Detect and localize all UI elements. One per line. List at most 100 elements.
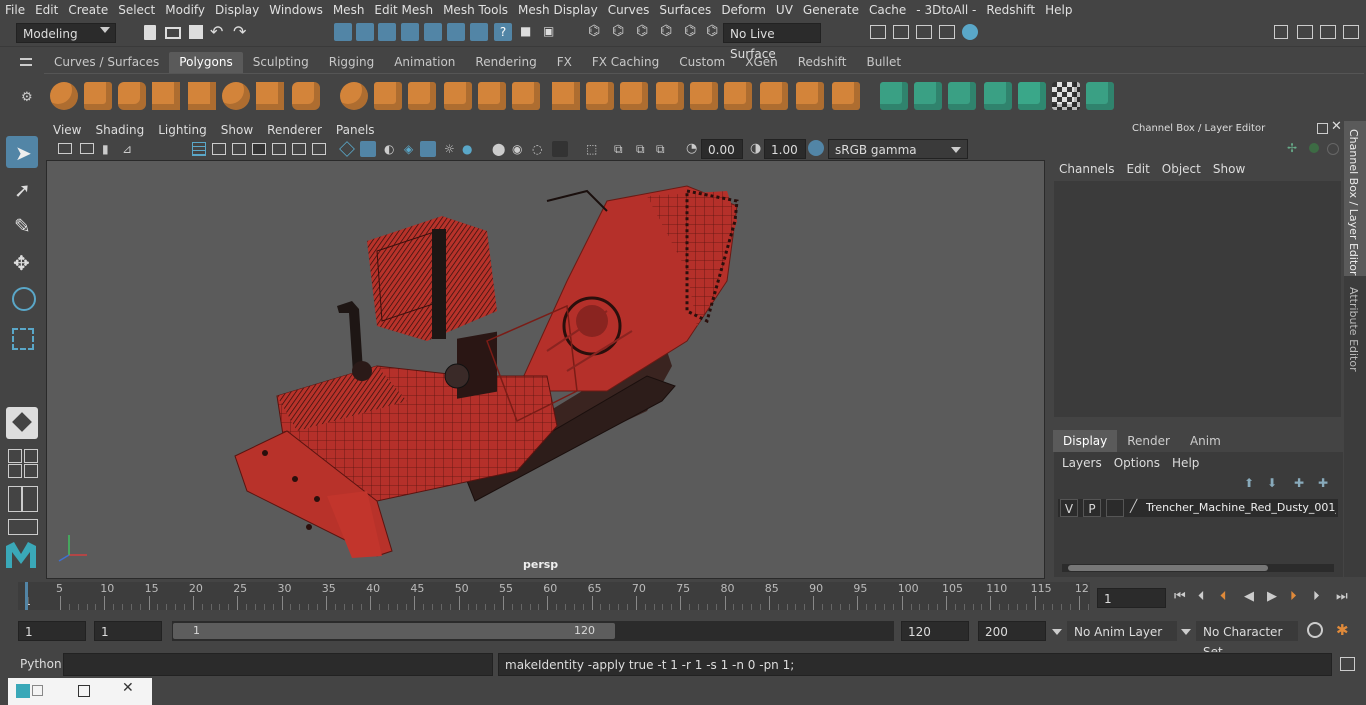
planar-map-icon[interactable] (914, 82, 942, 110)
layout-split-icon[interactable] (8, 464, 22, 478)
symmetry-icon[interactable]: ⌬ (660, 23, 672, 39)
image-plane-icon[interactable]: ⊿ (122, 142, 132, 156)
layout-split-icon[interactable] (24, 464, 38, 478)
open-scene-icon[interactable] (165, 27, 181, 39)
shelf-tab-rendering[interactable]: Rendering (465, 52, 546, 73)
wireframe-icon[interactable] (339, 141, 355, 157)
checker-icon[interactable] (1052, 82, 1080, 110)
channel-box-menu-channels[interactable]: Channels (1053, 162, 1121, 176)
menu-edit[interactable]: Edit (30, 0, 63, 20)
playback-end-field[interactable]: 120 (901, 621, 969, 641)
render-frame-icon[interactable] (893, 25, 909, 39)
extrude-icon[interactable] (586, 82, 614, 110)
safe-title-icon[interactable] (312, 143, 326, 155)
shelf-tab-polygons[interactable]: Polygons (169, 52, 243, 73)
viewport-menu-lighting[interactable]: Lighting (151, 123, 214, 137)
menu-curves[interactable]: Curves (603, 0, 655, 20)
uv-editor-icon[interactable] (880, 82, 908, 110)
menu-modify[interactable]: Modify (160, 0, 210, 20)
xray-icon[interactable] (420, 141, 436, 157)
insert-loop-icon[interactable] (690, 82, 718, 110)
animation-preferences-icon[interactable]: ✱ (1336, 621, 1349, 639)
manipulator-icon[interactable]: ✢ (1287, 141, 1297, 155)
rotate-tool-button[interactable] (6, 284, 38, 316)
render-view-icon[interactable] (870, 25, 886, 39)
shelf-tab-custom[interactable]: Custom (669, 52, 735, 73)
play-forwards-icon[interactable]: ▶ (1267, 587, 1277, 607)
shelf-tab-animation[interactable]: Animation (384, 52, 465, 73)
anti-alias-icon[interactable] (552, 141, 568, 157)
wireframe-on-shaded-icon[interactable]: ◈ (404, 142, 413, 156)
shelf-tab-redshift[interactable]: Redshift (788, 52, 857, 73)
film-gate-icon[interactable] (212, 143, 226, 155)
cone-icon[interactable] (152, 82, 180, 110)
grid-icon[interactable] (192, 142, 206, 156)
layer-tab-render[interactable]: Render (1117, 430, 1180, 452)
float-panel-icon[interactable] (1317, 123, 1328, 134)
go-to-end-icon[interactable]: ⏭ (1336, 587, 1348, 607)
shadows-icon[interactable]: ⬤ (492, 142, 505, 156)
shelf-menu-icon[interactable] (20, 58, 32, 66)
new-layer-selected-icon[interactable]: ✚ (1318, 476, 1328, 490)
color-space-dropdown[interactable]: sRGB gamma (828, 139, 968, 159)
side-tab-attribute-editor[interactable]: Attribute Editor (1344, 281, 1366, 381)
field-chart-icon[interactable] (272, 143, 286, 155)
layer-row[interactable]: V P ╱ Trencher_Machine_Red_Dusty_001_la (1058, 499, 1338, 517)
snap-surface-icon[interactable] (447, 23, 465, 41)
graph-layout-icon[interactable] (8, 519, 38, 535)
mirror-icon[interactable] (408, 82, 436, 110)
undo-icon[interactable]: ↶ (210, 22, 223, 41)
textured-icon[interactable]: ☼ (444, 142, 455, 156)
menu-generate[interactable]: Generate (798, 0, 864, 20)
pipe-icon[interactable] (292, 82, 320, 110)
offset-loop-icon[interactable] (832, 82, 860, 110)
scale-tool-button[interactable] (6, 322, 38, 354)
cylinder-icon[interactable] (118, 82, 146, 110)
menu-deform[interactable]: Deform (716, 0, 771, 20)
menu-set-dropdown[interactable]: Modeling (16, 23, 116, 43)
character-set-dropdown[interactable]: No Character Set (1196, 621, 1298, 659)
gamma-icon[interactable]: ◑ (750, 141, 761, 156)
layer-menu-help[interactable]: Help (1166, 456, 1205, 470)
help-icon[interactable]: ? (494, 23, 512, 41)
layout-four-icon[interactable] (24, 449, 38, 463)
torus-icon[interactable] (222, 82, 250, 110)
snap-grid-icon[interactable] (356, 23, 374, 41)
panel-layout-icon[interactable] (1320, 25, 1336, 39)
snap-together-icon[interactable]: ⌬ (636, 23, 648, 39)
redo-icon[interactable]: ↷ (233, 22, 246, 41)
ipr-render-icon[interactable] (916, 25, 932, 39)
move-tool-button[interactable]: ✥ (6, 247, 38, 279)
soft-select-icon[interactable]: ⌬ (684, 23, 696, 39)
render-settings-icon[interactable] (939, 25, 955, 39)
viewport-menu-shading[interactable]: Shading (88, 123, 151, 137)
ambient-occlusion-icon[interactable]: ◉ (512, 142, 522, 156)
isolate-select-icon[interactable]: ⬚ (586, 142, 597, 156)
separate-icon[interactable] (374, 82, 402, 110)
snap-view-icon[interactable] (424, 23, 442, 41)
exposure-icon[interactable]: ◔ (686, 141, 697, 156)
resolution-gate-icon[interactable] (232, 143, 246, 155)
viewport-menu-renderer[interactable]: Renderer (260, 123, 329, 137)
current-frame-field[interactable]: 1 (1097, 588, 1166, 608)
viewport-menu-view[interactable]: View (46, 123, 88, 137)
auto-key-icon[interactable] (1307, 622, 1323, 638)
layer-tab-display[interactable]: Display (1053, 430, 1118, 452)
command-input[interactable] (63, 653, 493, 676)
restore-icon[interactable] (32, 685, 43, 696)
time-slider[interactable]: 1 51015202530354045505560657075808590951… (18, 582, 1090, 610)
lasso-tool-button[interactable]: ➚ (6, 174, 38, 206)
channel-box-menu-show[interactable]: Show (1207, 162, 1251, 176)
shelf-tab-rigging[interactable]: Rigging (319, 52, 384, 73)
smooth-shade-icon[interactable] (360, 141, 376, 157)
layer-menu-options[interactable]: Options (1108, 456, 1166, 470)
layer-color-icon[interactable]: ╱ (1130, 499, 1137, 513)
layer-menu-layers[interactable]: Layers (1056, 456, 1108, 470)
safe-action-icon[interactable] (292, 143, 306, 155)
plane-icon[interactable] (188, 82, 216, 110)
anim-layer-dropdown[interactable]: No Anim Layer (1067, 621, 1177, 641)
side-tab-channel-box[interactable]: Channel Box / Layer Editor (1344, 121, 1366, 276)
shelf-tab-xgen[interactable]: XGen (735, 52, 788, 73)
panel-layout-icon[interactable] (1343, 25, 1359, 39)
layer-scrollbar[interactable] (1062, 564, 1334, 572)
